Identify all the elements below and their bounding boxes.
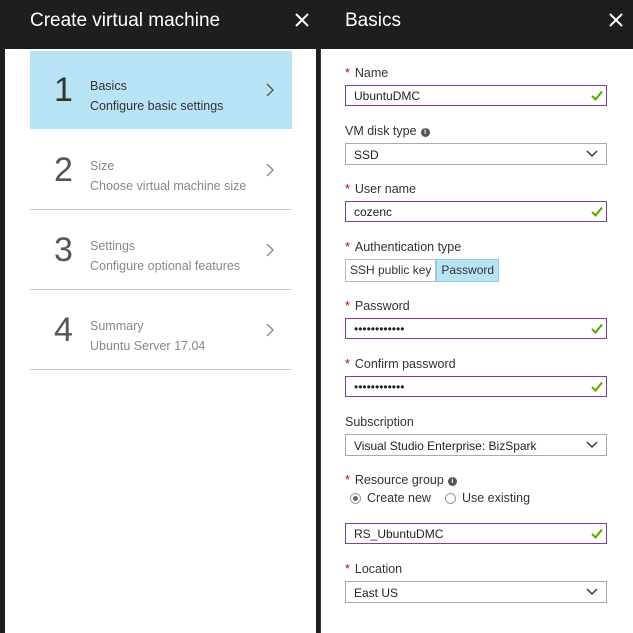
chevron-right-icon bbox=[266, 323, 274, 337]
step-subtitle: Choose virtual machine size bbox=[90, 179, 247, 193]
blade-header: Basics bbox=[320, 0, 633, 49]
password-input[interactable]: •••••••••••• bbox=[345, 318, 607, 339]
name-label: * Name bbox=[345, 66, 389, 80]
info-icon[interactable]: i bbox=[447, 477, 457, 486]
subscription-label: Subscription bbox=[345, 415, 414, 429]
vm-disk-type-label: VM disk type i bbox=[345, 124, 430, 138]
create-new-label: Create new bbox=[367, 491, 431, 505]
confirm-password-label: * Confirm password bbox=[345, 357, 456, 371]
step-number: 1 bbox=[54, 71, 73, 109]
location-select[interactable]: East US bbox=[345, 581, 607, 603]
step-size[interactable]: 2 Size Choose virtual machine size bbox=[30, 131, 292, 210]
use-existing-radio[interactable] bbox=[444, 492, 456, 504]
chevron-right-icon bbox=[266, 243, 274, 257]
check-icon bbox=[591, 323, 603, 334]
required-marker: * bbox=[345, 299, 350, 313]
resource-group-label: * Resource group i bbox=[345, 473, 457, 487]
create-new-radio[interactable] bbox=[350, 492, 361, 504]
chevron-down-icon bbox=[586, 441, 598, 448]
step-summary[interactable]: 4 Summary Ubuntu Server 17.04 bbox=[30, 291, 292, 370]
step-number: 2 bbox=[54, 151, 73, 189]
step-number: 4 bbox=[54, 311, 73, 349]
auth-type-label: * Authentication type bbox=[345, 240, 462, 254]
auth-option-password[interactable]: Password bbox=[436, 259, 500, 282]
password-label: * Password bbox=[345, 299, 410, 313]
auth-option-ssh[interactable]: SSH public key bbox=[345, 259, 437, 282]
chevron-right-icon bbox=[266, 83, 274, 97]
required-marker: * bbox=[345, 562, 350, 576]
check-icon bbox=[591, 206, 603, 217]
required-marker: * bbox=[345, 357, 350, 371]
blade-divider bbox=[320, 0, 321, 633]
auth-type-toggle: SSH public key Password bbox=[345, 259, 500, 282]
user-name-label: * User name bbox=[345, 182, 417, 196]
required-marker: * bbox=[345, 473, 350, 487]
resource-group-input[interactable]: RS_UbuntuDMC bbox=[345, 523, 607, 544]
step-subtitle: Configure basic settings bbox=[90, 99, 224, 113]
step-subtitle: Ubuntu Server 17.04 bbox=[90, 339, 206, 353]
blade-header: Create virtual machine bbox=[5, 0, 316, 49]
resource-group-options: Create new Use existing bbox=[350, 491, 544, 505]
location-label: * Location bbox=[345, 562, 403, 576]
step-basics[interactable]: 1 Basics Configure basic settings bbox=[30, 51, 292, 129]
vm-disk-type-select[interactable]: SSD bbox=[345, 143, 607, 165]
chevron-right-icon bbox=[266, 163, 274, 177]
subscription-select[interactable]: Visual Studio Enterprise: BizSpark bbox=[345, 434, 607, 456]
step-title: Summary bbox=[90, 319, 144, 333]
blade-title: Basics bbox=[345, 10, 401, 31]
check-icon bbox=[591, 381, 603, 392]
user-name-input[interactable]: cozenc bbox=[345, 201, 607, 222]
create-vm-blade: Create virtual machine 1 Basics Configur… bbox=[5, 0, 316, 633]
chevron-down-icon bbox=[586, 588, 598, 595]
basics-blade: Basics * Name UbuntuDMC VM disk type i SSD… bbox=[320, 0, 633, 633]
check-icon bbox=[591, 90, 603, 101]
info-icon[interactable]: i bbox=[420, 128, 430, 137]
step-title: Settings bbox=[90, 239, 136, 253]
close-icon[interactable] bbox=[605, 9, 627, 31]
step-title: Size bbox=[90, 159, 115, 173]
use-existing-label: Use existing bbox=[461, 491, 531, 505]
step-settings[interactable]: 3 Settings Configure optional features bbox=[30, 211, 292, 290]
required-marker: * bbox=[345, 66, 350, 80]
name-input[interactable]: UbuntuDMC bbox=[345, 85, 607, 106]
step-title: Basics bbox=[90, 79, 127, 93]
step-subtitle: Configure optional features bbox=[90, 259, 241, 273]
close-icon[interactable] bbox=[291, 9, 313, 31]
chevron-down-icon bbox=[586, 150, 598, 157]
confirm-password-input[interactable]: •••••••••••• bbox=[345, 376, 607, 397]
blade-title: Create virtual machine bbox=[30, 10, 221, 31]
step-number: 3 bbox=[54, 231, 73, 269]
check-icon bbox=[591, 528, 603, 539]
required-marker: * bbox=[345, 240, 350, 254]
required-marker: * bbox=[345, 182, 350, 196]
